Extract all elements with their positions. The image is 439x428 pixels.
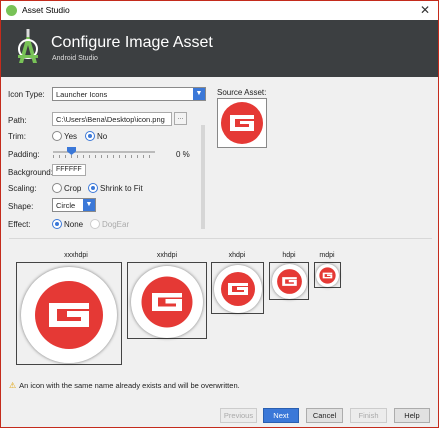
shape-value: Circle xyxy=(56,201,76,210)
asset-studio-window: Asset Studio ✕ Configure Image Asset And… xyxy=(0,0,439,428)
padding-value: 0 % xyxy=(176,150,190,159)
source-asset-preview xyxy=(217,98,267,148)
finish-button[interactable]: Finish xyxy=(350,408,387,423)
preview-density-label: mdpi xyxy=(319,252,335,259)
preview-mdpi xyxy=(314,262,341,288)
options-scrollbar[interactable] xyxy=(201,125,205,229)
help-button[interactable]: Help xyxy=(394,408,430,423)
preview-xxhdpi xyxy=(127,262,207,339)
app-logo-icon xyxy=(277,269,302,294)
app-logo-icon xyxy=(141,276,193,328)
padding-label: Padding: xyxy=(8,150,40,159)
scaling-shrink-label[interactable]: Shrink to Fit xyxy=(100,184,143,193)
app-logo-icon xyxy=(35,281,103,349)
window-title: Asset Studio xyxy=(22,5,70,15)
effect-none-label[interactable]: None xyxy=(64,220,83,229)
source-logo-icon xyxy=(221,102,263,144)
icon-type-label: Icon Type: xyxy=(8,90,45,99)
previous-button[interactable]: Previous xyxy=(220,408,257,423)
preview-icon-circle xyxy=(21,267,117,363)
shape-label: Shape: xyxy=(8,202,34,211)
warning-icon: ⚠ xyxy=(9,381,17,390)
preview-density-label: xxhdpi xyxy=(156,252,178,259)
icon-type-value: Launcher Icons xyxy=(56,90,108,99)
effect-dogear-radio[interactable] xyxy=(90,219,100,229)
path-field[interactable]: C:\Users\Bena\Desktop\icon.png xyxy=(52,112,172,126)
trim-yes-label[interactable]: Yes xyxy=(64,132,77,141)
preview-density-label: hdpi xyxy=(282,252,296,259)
preview-xxxhdpi xyxy=(16,262,122,365)
path-label: Path: xyxy=(8,116,27,125)
preview-icon-circle xyxy=(214,265,262,313)
overwrite-warning: ⚠ An icon with the same name already exis… xyxy=(9,381,240,390)
android-studio-icon xyxy=(6,5,17,16)
shape-dropdown[interactable]: Circle ▼ xyxy=(52,198,96,212)
app-logo-icon xyxy=(319,267,336,284)
browse-button[interactable]: ... xyxy=(174,112,187,125)
android-studio-logo-icon xyxy=(18,29,38,63)
scaling-crop-label[interactable]: Crop xyxy=(64,184,81,193)
preview-density-label: xxxhdpi xyxy=(64,252,88,259)
preview-separator xyxy=(9,238,432,239)
warning-text: An icon with the same name already exist… xyxy=(19,381,240,390)
effect-label: Effect: xyxy=(8,220,31,229)
header-subtitle: Android Studio xyxy=(52,55,98,62)
title-bar: Asset Studio ✕ xyxy=(1,1,438,20)
wizard-header: Configure Image Asset Android Studio xyxy=(1,20,438,77)
source-asset-label: Source Asset: xyxy=(217,88,267,97)
effect-none-radio[interactable] xyxy=(52,219,62,229)
trim-label: Trim: xyxy=(8,132,26,141)
trim-yes-radio[interactable] xyxy=(52,131,62,141)
background-label: Background: xyxy=(8,168,53,177)
scaling-label: Scaling: xyxy=(8,184,37,193)
chevron-down-icon: ▼ xyxy=(83,199,95,211)
scaling-shrink-radio[interactable] xyxy=(88,183,98,193)
preview-xhdpi xyxy=(211,262,264,314)
trim-no-radio[interactable] xyxy=(85,131,95,141)
next-button[interactable]: Next xyxy=(263,408,299,423)
preview-icon-circle xyxy=(316,264,339,287)
header-title: Configure Image Asset xyxy=(51,34,213,51)
icon-type-dropdown[interactable]: Launcher Icons ▼ xyxy=(52,87,206,101)
close-icon[interactable]: ✕ xyxy=(420,3,430,17)
effect-dogear-label[interactable]: DogEar xyxy=(102,220,129,229)
padding-slider-ticks xyxy=(53,155,155,158)
chevron-down-icon: ▼ xyxy=(193,88,205,100)
scaling-crop-radio[interactable] xyxy=(52,183,62,193)
preview-icon-circle xyxy=(131,266,203,338)
cancel-button[interactable]: Cancel xyxy=(306,408,343,423)
app-logo-icon xyxy=(221,272,255,306)
padding-slider-thumb[interactable] xyxy=(67,147,76,155)
trim-no-label[interactable]: No xyxy=(97,132,107,141)
background-color-field[interactable]: FFFFFF xyxy=(52,164,86,176)
preview-hdpi xyxy=(269,262,309,300)
preview-density-label: xhdpi xyxy=(228,252,246,259)
preview-icon-circle xyxy=(272,264,307,299)
